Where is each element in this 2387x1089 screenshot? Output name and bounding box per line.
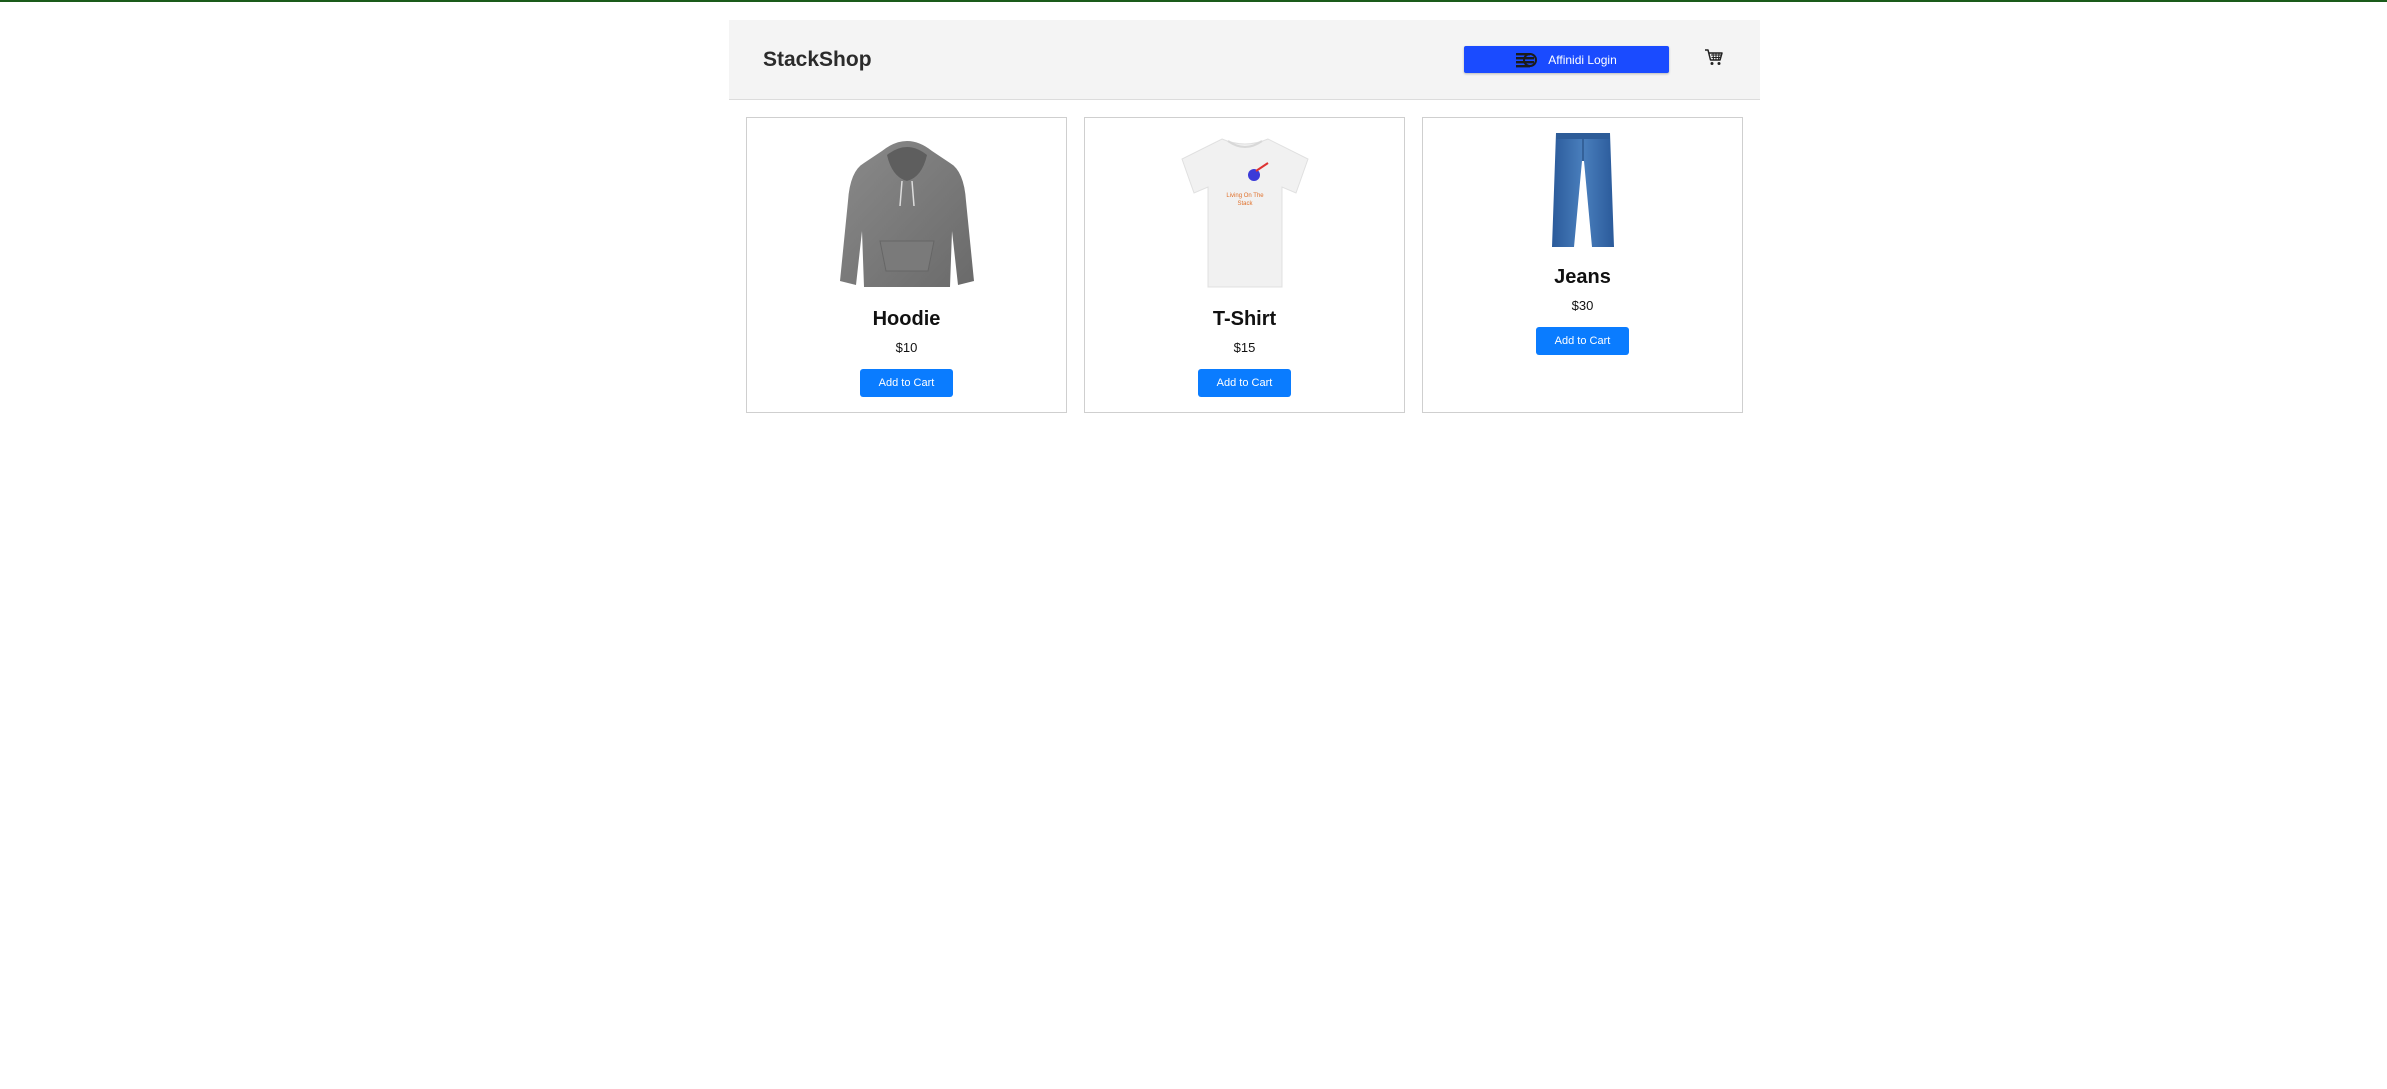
tshirt-image: Living On The Stack bbox=[1165, 131, 1325, 291]
top-rule bbox=[0, 0, 2387, 2]
product-card-tshirt: Living On The Stack T-Shirt $15 Add to C… bbox=[1084, 117, 1405, 413]
affinidi-logo-icon bbox=[1516, 52, 1538, 67]
page-container: StackShop Affinidi Login Hoodie $10 Add … bbox=[729, 20, 1760, 417]
product-price: $10 bbox=[895, 340, 918, 355]
add-to-cart-button[interactable]: Add to Cart bbox=[860, 369, 953, 397]
tshirt-print-line2: Stack bbox=[1237, 201, 1253, 207]
product-card-hoodie: Hoodie $10 Add to Cart bbox=[746, 117, 1067, 413]
product-grid: Hoodie $10 Add to Cart Living On The Sta… bbox=[729, 117, 1760, 417]
hoodie-image bbox=[827, 131, 987, 291]
shopping-cart-icon[interactable] bbox=[1704, 47, 1724, 67]
brand-title[interactable]: StackShop bbox=[763, 48, 872, 72]
product-name: T-Shirt bbox=[1212, 308, 1277, 330]
add-to-cart-button[interactable]: Add to Cart bbox=[1536, 327, 1629, 355]
jeans-image bbox=[1503, 131, 1663, 249]
tshirt-print-line1: Living On The bbox=[1226, 193, 1264, 199]
header: StackShop Affinidi Login bbox=[729, 20, 1760, 100]
affinidi-login-button[interactable]: Affinidi Login bbox=[1464, 46, 1669, 73]
product-price: $15 bbox=[1233, 340, 1256, 355]
tshirt-icon: Living On The Stack bbox=[1180, 138, 1309, 288]
hoodie-icon bbox=[839, 141, 974, 287]
login-label: Affinidi Login bbox=[1548, 52, 1617, 67]
product-name: Hoodie bbox=[872, 308, 941, 330]
add-to-cart-button[interactable]: Add to Cart bbox=[1198, 369, 1291, 397]
product-card-jeans: Jeans $30 Add to Cart bbox=[1422, 117, 1743, 413]
product-name: Jeans bbox=[1554, 266, 1611, 288]
jeans-icon bbox=[1551, 133, 1614, 247]
product-price: $30 bbox=[1571, 298, 1594, 313]
